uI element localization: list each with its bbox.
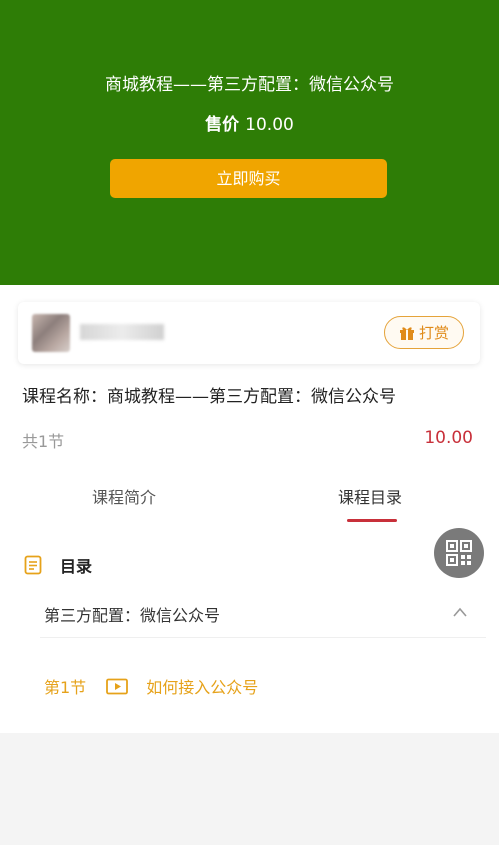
lesson-number: 第1节 xyxy=(44,678,87,697)
hero-course-title: 商城教程——第三方配置：微信公众号 xyxy=(105,75,394,95)
author-name-blurred xyxy=(80,324,164,340)
price-label: 售价 xyxy=(205,115,240,135)
course-price: 10.00 xyxy=(424,428,473,448)
bottom-blank-area xyxy=(0,733,499,845)
course-name: 课程名称：商城教程——第三方配置：微信公众号 xyxy=(22,387,396,407)
tab-course-catalog[interactable]: 课程目录 xyxy=(338,484,402,508)
avatar[interactable] xyxy=(32,314,70,352)
chapter-name: 第三方配置：微信公众号 xyxy=(44,606,221,625)
qr-code-button[interactable] xyxy=(434,528,484,578)
lesson-title: 如何接入公众号 xyxy=(146,678,259,697)
reward-button[interactable]: 打赏 xyxy=(384,316,464,349)
price-value: 10.00 xyxy=(245,115,294,135)
tab-course-intro[interactable]: 课程简介 xyxy=(92,484,156,508)
gift-icon xyxy=(399,326,414,340)
author-card: 打赏 xyxy=(18,302,480,364)
play-video-icon xyxy=(106,678,129,694)
active-tab-indicator xyxy=(347,519,397,522)
lesson-row[interactable]: 第1节 如何接入公众号 xyxy=(44,674,258,698)
hero-price: 售价 10.00 xyxy=(0,110,499,135)
lesson-count: 共1节 xyxy=(22,432,65,451)
chapter-row[interactable]: 第三方配置：微信公众号 xyxy=(40,590,486,638)
catalog-header: 目录 xyxy=(24,553,92,577)
course-hero-banner: 商城教程——第三方配置：微信公众号 售价 10.00 立即购买 xyxy=(0,0,499,285)
reward-label: 打赏 xyxy=(418,324,449,342)
document-icon xyxy=(24,555,42,575)
qr-code-icon xyxy=(446,540,472,566)
buy-now-button[interactable]: 立即购买 xyxy=(110,159,387,198)
chevron-up-icon xyxy=(453,607,467,617)
catalog-title: 目录 xyxy=(60,557,93,576)
